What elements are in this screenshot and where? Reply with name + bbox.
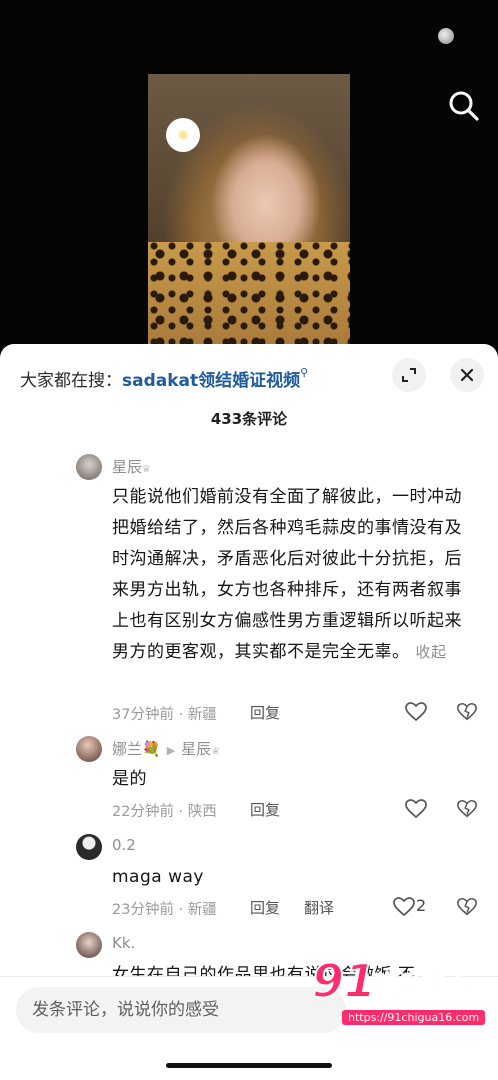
username-text: 星辰 <box>112 458 143 476</box>
comment-meta: 22分钟前 · 陕西 <box>112 804 217 820</box>
flower-decoration <box>166 118 200 152</box>
like-icon[interactable] <box>404 797 428 821</box>
avatar[interactable] <box>76 454 102 480</box>
crown-icon: ♕ <box>142 464 151 475</box>
status-indicator-icon <box>438 28 454 44</box>
like-icon[interactable] <box>392 895 416 919</box>
home-indicator <box>166 1063 332 1068</box>
crown-icon: ♕ <box>211 746 221 757</box>
watermark-name: 吃瓜中心 <box>374 970 471 999</box>
comment-text: maga way <box>112 867 204 887</box>
search-suggestion-keyword[interactable]: sadakat领结婚证视频 <box>122 371 300 391</box>
comment-username[interactable]: 星辰♕ <box>112 456 151 477</box>
video-frame <box>148 74 350 352</box>
expand-button[interactable] <box>392 358 426 392</box>
collapse-link[interactable]: 收起 <box>416 643 447 661</box>
dislike-icon[interactable] <box>456 700 478 724</box>
close-icon <box>460 368 474 382</box>
comment-username[interactable]: 0.2 <box>112 836 136 854</box>
close-button[interactable] <box>450 358 484 392</box>
avatar[interactable] <box>76 932 102 958</box>
avatar[interactable] <box>76 736 102 762</box>
search-suggestion[interactable]: 大家都在搜：sadakat领结婚证视频⚲ <box>20 366 308 391</box>
comment-text: 是的 <box>112 769 147 789</box>
search-suggestion-prefix: 大家都在搜： <box>20 371 122 391</box>
video-player[interactable] <box>0 0 498 352</box>
translate-button[interactable]: 翻译 <box>304 897 334 918</box>
comment-meta: 23分钟前 · 新疆 <box>112 902 217 918</box>
dislike-icon[interactable] <box>456 797 478 821</box>
video-pattern <box>148 242 350 352</box>
watermark-number: 91 <box>311 953 377 1009</box>
expand-icon <box>402 368 416 382</box>
like-count: 2 <box>416 896 427 915</box>
comment-meta: 37分钟前 · 新疆 <box>112 707 217 723</box>
search-icon <box>449 91 479 121</box>
search-button[interactable] <box>444 86 484 126</box>
mini-search-icon: ⚲ <box>300 366 309 379</box>
reply-to-username: 星辰 <box>181 740 212 758</box>
comment-input[interactable]: 发条评论，说说你的感受 <box>16 987 346 1033</box>
comment-count: 433条评论 <box>210 410 288 428</box>
reply-arrow-icon: ▶ <box>166 744 176 757</box>
reply-button[interactable]: 回复 <box>250 897 280 918</box>
watermark-logo: 91 吃瓜中心 https://91chigua16.com <box>311 953 488 1030</box>
comment-text: 只能说他们婚前没有全面了解彼此，一时冲动把婚给结了，然后各种鸡毛蒜皮的事情没有及… <box>112 482 472 668</box>
like-icon[interactable] <box>404 700 428 724</box>
reply-button[interactable]: 回复 <box>250 702 280 723</box>
reply-username[interactable]: 娜兰💐 ▶ 星辰♕ <box>112 738 220 759</box>
dislike-icon[interactable] <box>456 895 478 919</box>
comment-username[interactable]: Kk. <box>112 934 135 952</box>
avatar[interactable] <box>76 834 102 860</box>
watermark-url: https://91chigua16.com <box>342 1010 486 1025</box>
comment-text-content: 只能说他们婚前没有全面了解彼此，一时冲动把婚给结了，然后各种鸡毛蒜皮的事情没有及… <box>112 487 462 662</box>
reply-button[interactable]: 回复 <box>250 799 280 820</box>
username-text: 娜兰💐 <box>112 740 161 758</box>
